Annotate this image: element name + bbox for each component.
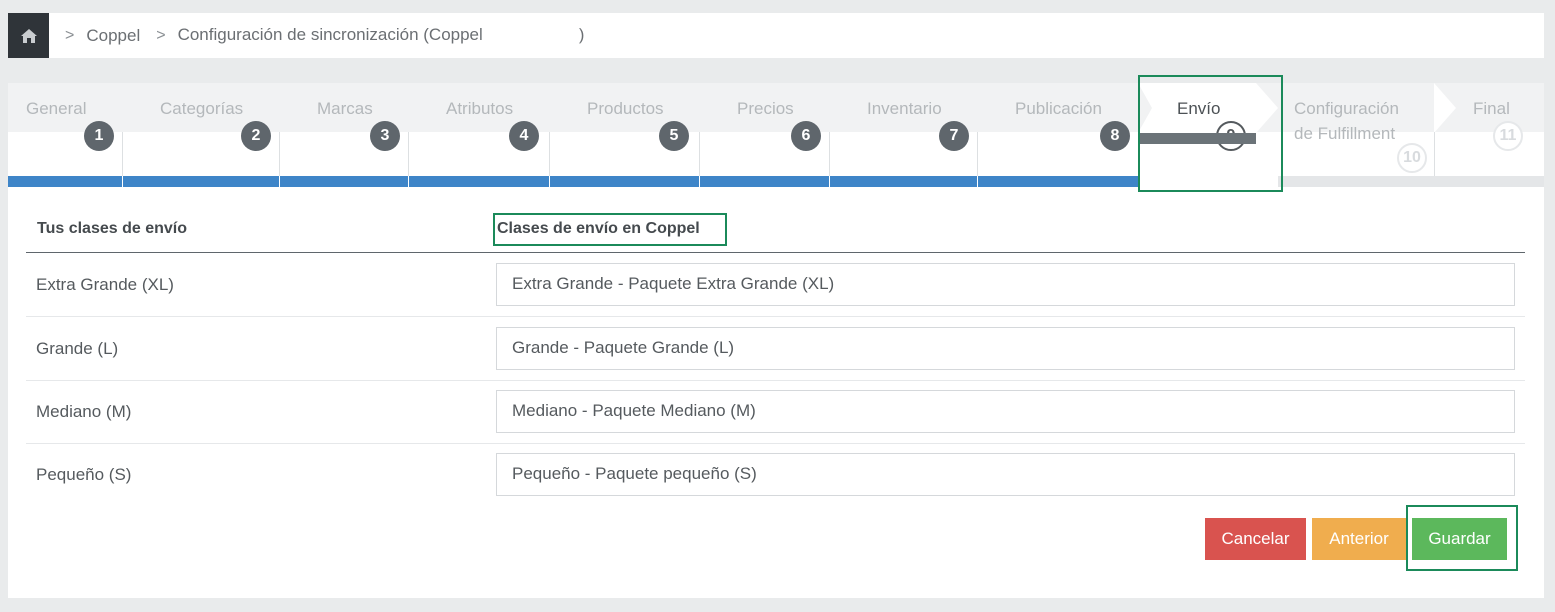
table-row: Mediano (M) Mediano - Paquete Mediano (M… [26, 380, 1525, 444]
wizard-step-fulfillment[interactable]: Configuración de Fulfillment 10 [1278, 83, 1455, 188]
wizard-step-atributos[interactable]: Atributos 4 [409, 83, 549, 188]
wizard-progress-remaining [1278, 176, 1544, 187]
step-label-line2: de Fulfillment [1294, 124, 1396, 143]
chevron-right-icon: > [65, 26, 75, 44]
step-divider [1434, 132, 1435, 177]
save-button-highlight [1406, 505, 1518, 571]
step-label: Configuración [1294, 99, 1399, 118]
step-label: Final [1473, 99, 1510, 118]
progress-separator [977, 176, 978, 187]
step-number: 10 [1397, 143, 1427, 173]
main-panel: General 1 Categorías 2 Marcas 3 Atributo… [8, 75, 1544, 598]
step-label: Publicación [1015, 99, 1102, 118]
wizard-step-general[interactable]: General 1 [8, 83, 122, 188]
step-label: Atributos [446, 99, 514, 118]
home-button[interactable] [8, 13, 49, 58]
previous-button[interactable]: Anterior [1312, 518, 1406, 560]
step-label: Marcas [317, 99, 373, 118]
redacted-mask [482, 25, 579, 46]
wizard-step-marcas[interactable]: Marcas 3 [280, 83, 408, 188]
progress-separator [549, 176, 550, 187]
row-label: Extra Grande (XL) [36, 275, 174, 294]
step-number: 6 [791, 121, 821, 151]
shipping-class-select[interactable]: Pequeño - Paquete pequeño (S) [496, 453, 1515, 496]
row-label: Pequeño (S) [36, 465, 132, 484]
wizard-step-categorias[interactable]: Categorías 2 [123, 83, 279, 188]
step-number: 8 [1100, 121, 1130, 151]
shipping-class-select[interactable]: Extra Grande - Paquete Extra Grande (XL) [496, 263, 1515, 306]
breadcrumb-item-sync-config: Configuración de sincronización (Coppel) [177, 25, 585, 46]
breadcrumb-current-close: ) [578, 25, 585, 45]
progress-separator [408, 176, 409, 187]
progress-separator [122, 176, 123, 187]
progress-separator [279, 176, 280, 187]
step-number: 4 [509, 121, 539, 151]
column-header-your-classes: Tus clases de envío [37, 220, 187, 237]
table-row: Extra Grande (XL) Extra Grande - Paquete… [26, 253, 1525, 317]
step-label: Precios [737, 99, 794, 118]
breadcrumb-item-coppel[interactable]: Coppel [86, 26, 140, 46]
step-number: 5 [659, 121, 689, 151]
step-label: Productos [587, 99, 664, 118]
table-row: Pequeño (S) Pequeño - Paquete pequeño (S… [26, 443, 1525, 507]
chevron-shape [1434, 83, 1456, 133]
wizard-steps: General 1 Categorías 2 Marcas 3 Atributo… [8, 75, 1544, 192]
step-number: 1 [84, 121, 114, 151]
wizard-step-inventario[interactable]: Inventario 7 [830, 83, 977, 188]
wizard-step-precios[interactable]: Precios 6 [700, 83, 829, 188]
breadcrumb: > Coppel > Configuración de sincronizaci… [8, 13, 1544, 58]
cancel-button[interactable]: Cancelar [1205, 518, 1306, 560]
wizard-step-productos[interactable]: Productos 5 [550, 83, 699, 188]
column-header-highlight [493, 213, 727, 246]
step-number: 11 [1493, 121, 1523, 151]
home-icon [20, 28, 37, 43]
row-label: Mediano (M) [36, 402, 132, 421]
chevron-right-icon: > [156, 26, 166, 44]
step-label: General [26, 99, 87, 118]
progress-separator [829, 176, 830, 187]
step-number: 3 [370, 121, 400, 151]
step-label: Inventario [867, 99, 942, 118]
row-label: Grande (L) [36, 339, 119, 358]
wizard-step-publicacion[interactable]: Publicación 8 [978, 83, 1138, 188]
step-label: Categorías [160, 99, 244, 118]
shipping-class-select[interactable]: Grande - Paquete Grande (L) [496, 327, 1515, 370]
progress-separator [699, 176, 700, 187]
step-number: 2 [241, 121, 271, 151]
table-row: Grande (L) Grande - Paquete Grande (L) [26, 317, 1525, 381]
active-step-highlight [1138, 75, 1283, 192]
shipping-class-select[interactable]: Mediano - Paquete Mediano (M) [496, 390, 1515, 433]
breadcrumb-current-text: Configuración de sincronización (Coppel [177, 25, 483, 45]
wizard-step-final[interactable]: Final 11 [1456, 83, 1544, 188]
wizard-progress-bar [8, 176, 1138, 187]
step-number: 7 [939, 121, 969, 151]
